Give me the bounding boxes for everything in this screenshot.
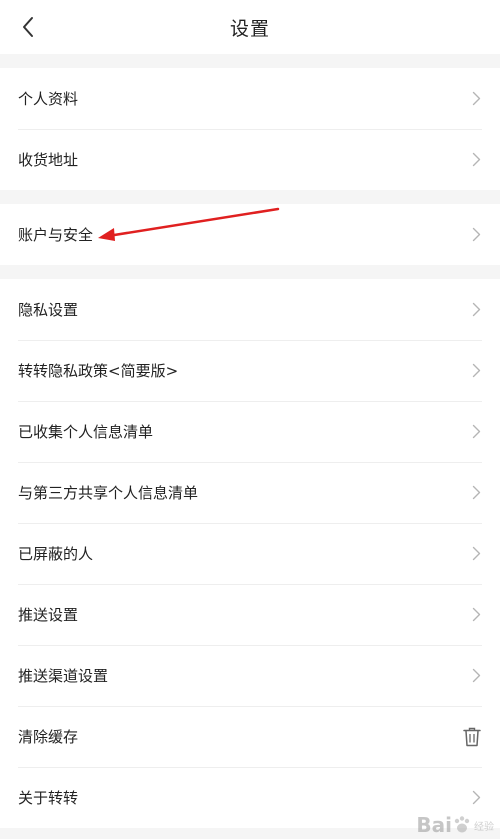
settings-group-account: 账户与安全 xyxy=(0,204,500,265)
trash-icon[interactable] xyxy=(462,726,482,748)
settings-item-label: 个人资料 xyxy=(18,90,79,108)
settings-item-about[interactable]: 关于转转 xyxy=(0,767,500,828)
settings-item-label: 与第三方共享个人信息清单 xyxy=(18,484,199,502)
settings-item-privacy-policy[interactable]: 转转隐私政策<简要版> xyxy=(0,340,500,401)
settings-item-label: 隐私设置 xyxy=(18,301,79,319)
settings-item-push-settings[interactable]: 推送设置 xyxy=(0,584,500,645)
chevron-right-icon xyxy=(470,485,482,501)
chevron-right-icon xyxy=(470,668,482,684)
settings-item-clear-cache[interactable]: 清除缓存 xyxy=(0,706,500,767)
top-nav-bar: 设置 xyxy=(0,0,500,54)
settings-item-label: 推送渠道设置 xyxy=(18,667,109,685)
settings-group-profile: 个人资料 收货地址 xyxy=(0,68,500,190)
page-title: 设置 xyxy=(229,17,270,40)
settings-item-third-party-sharing-list[interactable]: 与第三方共享个人信息清单 xyxy=(0,462,500,523)
settings-item-account-security[interactable]: 账户与安全 xyxy=(0,204,500,265)
chevron-right-icon xyxy=(470,152,482,168)
settings-item-personal-info[interactable]: 个人资料 xyxy=(0,68,500,129)
settings-item-label: 转转隐私政策<简要版> xyxy=(18,362,179,380)
settings-item-label: 已屏蔽的人 xyxy=(18,545,94,563)
chevron-right-icon xyxy=(470,302,482,318)
chevron-right-icon xyxy=(470,790,482,806)
settings-item-blocked-users[interactable]: 已屏蔽的人 xyxy=(0,523,500,584)
settings-item-push-channel-settings[interactable]: 推送渠道设置 xyxy=(0,645,500,706)
settings-item-label: 收货地址 xyxy=(18,151,79,169)
chevron-right-icon xyxy=(470,363,482,379)
chevron-left-icon xyxy=(23,17,33,37)
chevron-right-icon xyxy=(470,546,482,562)
settings-item-label: 已收集个人信息清单 xyxy=(18,423,154,441)
settings-item-shipping-address[interactable]: 收货地址 xyxy=(0,129,500,190)
settings-item-label: 账户与安全 xyxy=(18,226,94,244)
settings-item-label: 清除缓存 xyxy=(18,728,79,746)
settings-item-privacy-settings[interactable]: 隐私设置 xyxy=(0,279,500,340)
settings-item-collected-info-list[interactable]: 已收集个人信息清单 xyxy=(0,401,500,462)
back-button[interactable] xyxy=(14,13,42,41)
chevron-right-icon xyxy=(470,91,482,107)
chevron-right-icon xyxy=(470,607,482,623)
chevron-right-icon xyxy=(470,227,482,243)
settings-item-label: 推送设置 xyxy=(18,606,79,624)
settings-group-privacy-misc: 隐私设置 转转隐私政策<简要版> 已收集个人信息清单 与第三方共享个人信息清单 … xyxy=(0,279,500,828)
settings-item-label: 关于转转 xyxy=(18,789,79,807)
chevron-right-icon xyxy=(470,424,482,440)
